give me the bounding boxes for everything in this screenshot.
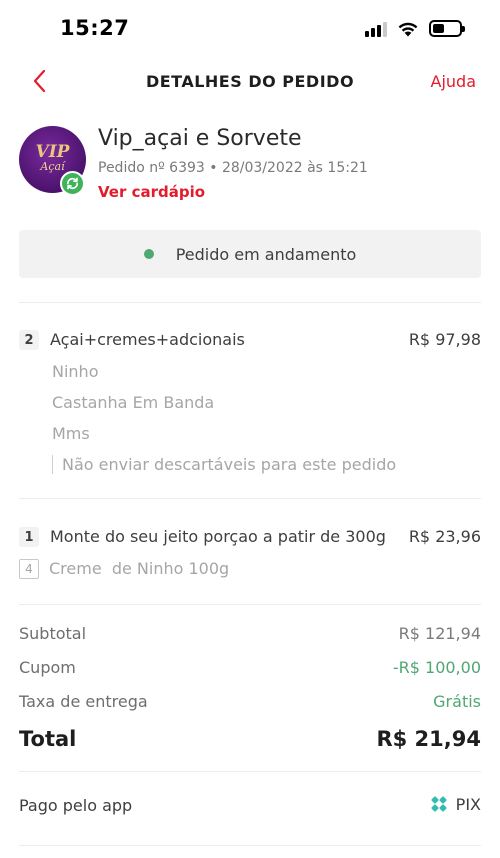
- cellular-signal-icon: [365, 21, 387, 37]
- store-name: Vip_açai e Sorvete: [98, 126, 302, 151]
- reorder-badge-icon: [60, 171, 85, 196]
- item-addon: Mms: [52, 424, 90, 443]
- item-addon: Ninho: [52, 362, 99, 381]
- divider: [19, 302, 481, 303]
- status-time: 15:27: [60, 16, 130, 40]
- item-name: Açai+cremes+adcionais: [50, 330, 245, 349]
- sub-item-quantity: 4: [19, 559, 39, 579]
- total-label: Total: [19, 727, 77, 751]
- coupon-value: -R$ 100,00: [392, 658, 481, 677]
- total-row: Total R$ 21,94: [19, 727, 481, 755]
- divider: [19, 771, 481, 772]
- item-quantity: 2: [19, 330, 39, 350]
- item-name: Monte do seu jeito porçao a patir de 300…: [50, 527, 386, 546]
- subtotal-value: R$ 121,94: [398, 624, 481, 643]
- coupon-label: Cupom: [19, 658, 76, 677]
- total-value: R$ 21,94: [376, 727, 481, 751]
- item-quantity: 1: [19, 527, 39, 547]
- store-info: VIP Açaí Vip_açai e Sorvete Pedido nº 63…: [19, 124, 481, 208]
- item-addon: Castanha Em Banda: [52, 393, 215, 412]
- view-menu-link[interactable]: Ver cardápio: [98, 183, 205, 201]
- item-price: R$ 23,96: [408, 527, 481, 546]
- payment-method-label: PIX: [455, 794, 481, 814]
- logo-text-top: VIP: [35, 142, 70, 162]
- order-status-text: Pedido em andamento: [175, 244, 357, 264]
- order-item: 2 Açai+cremes+adcionais R$ 97,98 Ninho C…: [19, 330, 481, 480]
- delivery-fee-row: Taxa de entrega Grátis: [19, 692, 481, 714]
- item-price: R$ 97,98: [408, 330, 481, 349]
- subtotal-row: Subtotal R$ 121,94: [19, 624, 481, 646]
- coupon-row: Cupom -R$ 100,00: [19, 658, 481, 680]
- status-bar: 15:27: [0, 0, 500, 58]
- header: DETALHES DO PEDIDO Ajuda: [0, 58, 500, 104]
- status-dot-icon: [143, 249, 154, 259]
- delivery-fee-label: Taxa de entrega: [19, 692, 148, 711]
- divider: [19, 845, 481, 846]
- subtotal-label: Subtotal: [19, 624, 87, 643]
- payment-label: Pago pelo app: [19, 796, 133, 815]
- pix-icon: [431, 796, 447, 812]
- help-link[interactable]: Ajuda: [431, 72, 477, 91]
- order-meta: Pedido nº 6393 • 28/03/2022 às 15:21: [98, 160, 368, 176]
- sub-item-name: Creme de Ninho 100g: [49, 559, 230, 578]
- order-status-card: Pedido em andamento: [19, 230, 481, 278]
- wifi-icon: [398, 22, 418, 37]
- store-logo[interactable]: VIP Açaí: [19, 126, 86, 196]
- status-icons: [365, 20, 465, 37]
- payment-method: PIX: [429, 794, 481, 814]
- item-note: Não enviar descartáveis para este pedido: [52, 455, 396, 474]
- payment-row: Pago pelo app PIX: [19, 792, 481, 820]
- battery-icon: [429, 20, 465, 37]
- page-title: DETALHES DO PEDIDO: [145, 72, 355, 91]
- delivery-fee-value: Grátis: [433, 692, 481, 711]
- divider: [19, 604, 481, 605]
- order-item: 1 Monte do seu jeito porçao a patir de 3…: [19, 527, 481, 587]
- divider: [19, 498, 481, 499]
